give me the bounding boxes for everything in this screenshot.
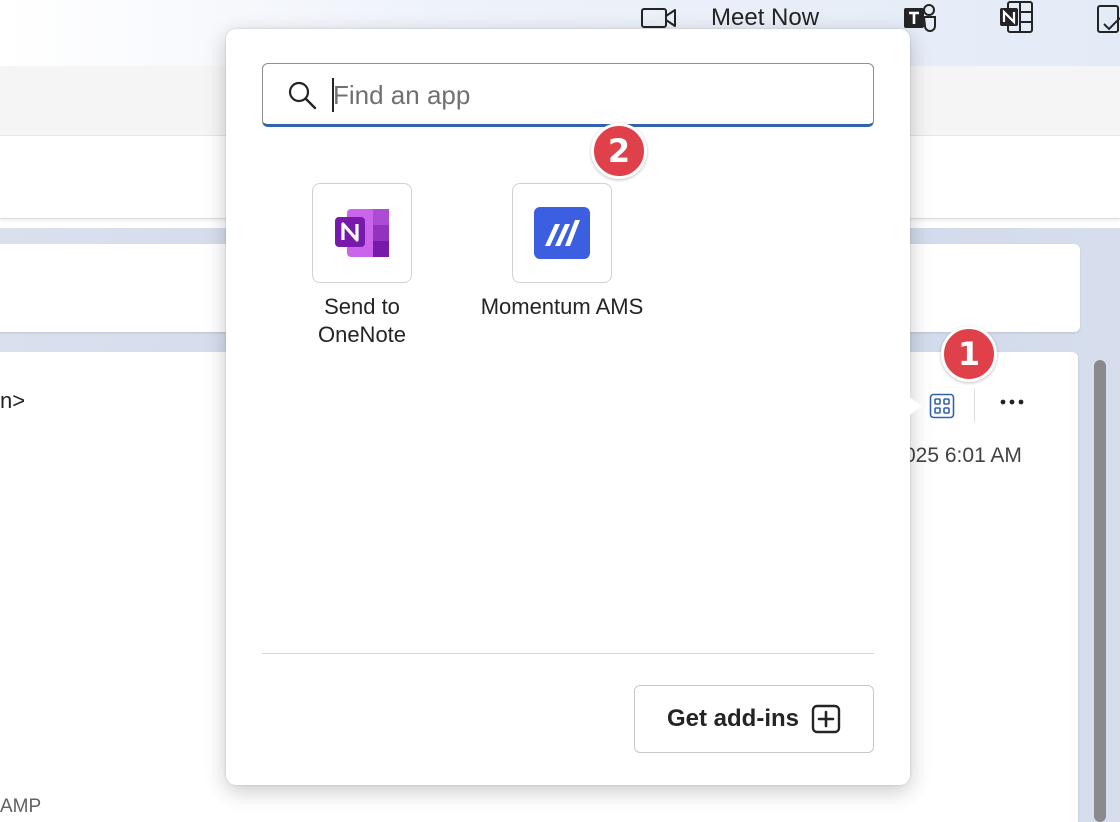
app-icon-box bbox=[312, 183, 412, 283]
scrollbar-thumb[interactable] bbox=[1094, 360, 1106, 822]
app-tile-momentum-ams[interactable]: Momentum AMS bbox=[462, 183, 662, 373]
more-dots-icon bbox=[1000, 399, 1024, 405]
apps-grid-icon bbox=[929, 393, 955, 419]
app-icon-box bbox=[512, 183, 612, 283]
message-footer-text: AMP bbox=[0, 796, 42, 817]
step-1-badge: 1 bbox=[941, 326, 997, 382]
sender-address: n> bbox=[0, 388, 26, 413]
message-actions-divider bbox=[974, 388, 975, 422]
meet-now-button[interactable]: Meet Now bbox=[711, 4, 819, 32]
step-2-badge: 2 bbox=[591, 123, 647, 179]
onenote-icon bbox=[335, 209, 389, 257]
momentum-ams-icon bbox=[534, 207, 590, 259]
add-square-icon bbox=[811, 704, 841, 734]
message-timestamp: 025 6:01 AM bbox=[904, 444, 1022, 467]
video-camera-icon[interactable] bbox=[640, 6, 678, 30]
more-actions-button[interactable] bbox=[994, 388, 1030, 418]
popup-divider bbox=[262, 653, 874, 654]
app-tile-send-to-onenote[interactable]: Send to OneNote bbox=[262, 183, 462, 373]
app-label-momentum-ams: Momentum AMS bbox=[480, 294, 644, 319]
app-label-send-to-onenote: Send to OneNote bbox=[317, 294, 407, 347]
todo-icon[interactable] bbox=[1096, 2, 1120, 34]
get-add-ins-button[interactable]: Get add-ins bbox=[634, 685, 874, 753]
find-app-search-box[interactable] bbox=[262, 63, 874, 127]
apps-popup: Send to OneNote Momentum AMS Get add-ins bbox=[226, 29, 910, 785]
get-add-ins-label: Get add-ins bbox=[666, 705, 799, 732]
teams-icon[interactable] bbox=[902, 2, 938, 34]
apps-button[interactable] bbox=[926, 390, 958, 422]
onenote-icon[interactable] bbox=[998, 0, 1034, 34]
find-app-input[interactable] bbox=[333, 76, 853, 114]
search-icon bbox=[288, 81, 317, 110]
